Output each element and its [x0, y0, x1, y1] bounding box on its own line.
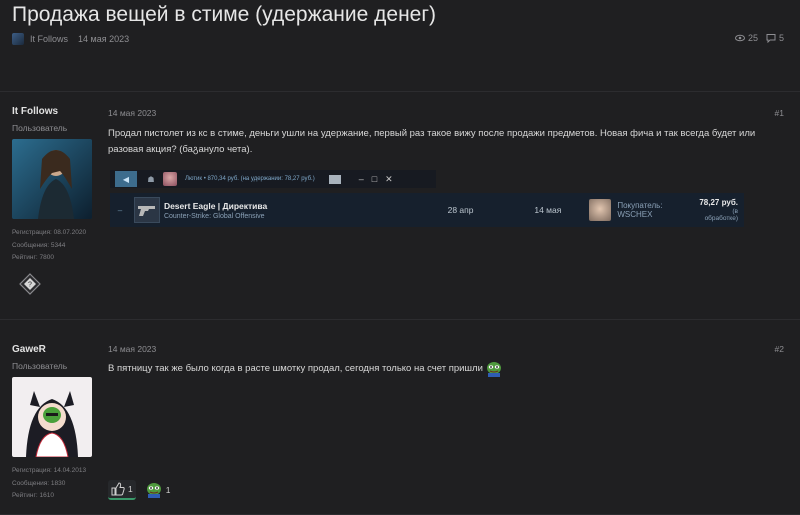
price-col: 78,27 руб. (в обработке): [697, 198, 738, 222]
buyer-info: Покупатель: WSCHEX: [617, 201, 697, 219]
row-marker-icon: –: [117, 205, 123, 215]
user-stats: Регистрация: 08.07.2020 Сообщения: 5344 …: [12, 227, 96, 265]
item-info: Desert Eagle | Директива Counter-Strike:…: [164, 201, 384, 220]
like-count: 1: [128, 484, 133, 494]
reactions-bar: 1 1: [108, 480, 173, 500]
post-date[interactable]: 14 мая 2023: [108, 108, 156, 118]
thread-title: Продажа вещей в стиме (удержание денег): [12, 3, 436, 26]
post-body: Продал пистолет из кс в стиме, деньги уш…: [108, 128, 756, 155]
post-author[interactable]: GaweR: [12, 344, 96, 355]
thread-stats: 25 5: [734, 33, 784, 43]
price-status: (в обработке): [704, 208, 738, 222]
thread-meta: It Follows 14 мая 2023: [12, 33, 129, 45]
item-game: Counter-Strike: Global Offensive: [163, 212, 265, 220]
buyer-label: Покупатель:: [617, 201, 663, 210]
user-info: It Follows Пользователь Регистрация: 08.…: [12, 106, 96, 295]
avatar[interactable]: [12, 377, 92, 457]
post-body-text: В пятницу так же было когда в расте шмот…: [108, 363, 483, 374]
sale-price: 78,27 руб.: [699, 198, 738, 207]
pepe-count: 1: [165, 485, 171, 495]
user-role: Пользователь: [12, 361, 68, 371]
post-date[interactable]: 14 мая 2023: [108, 344, 156, 354]
thread-author[interactable]: It Follows: [30, 34, 68, 44]
steam-window-controls: – □ ✕: [328, 173, 393, 185]
minimize-icon: –: [358, 174, 364, 184]
item-name: Desert Eagle | Директива: [163, 200, 268, 211]
sold-date: 14 мая: [534, 205, 562, 215]
steam-market-row: – Desert Eagle | Директива Counter-Strik…: [110, 193, 744, 227]
steam-user-balance: Лютик • 870,34 руб. (на удержании: 78,27…: [185, 176, 315, 182]
thread-date[interactable]: 14 мая 2023: [78, 34, 129, 44]
user-rating: Рейтинг: 7800: [12, 254, 54, 261]
user-messages: Сообщения: 1830: [12, 479, 66, 487]
close-icon: ✕: [385, 173, 393, 184]
user-role: Пользователь: [12, 123, 68, 133]
replies-count: 5: [778, 33, 784, 43]
post-number[interactable]: #1: [775, 108, 784, 118]
user-info: GaweR Пользователь Регистрация: 14.04.20…: [12, 344, 96, 503]
avatar[interactable]: [12, 139, 92, 219]
user-registered: Регистрация: 14.04.2013: [12, 467, 87, 474]
steam-notify-icon: ☗: [147, 174, 155, 184]
author-avatar[interactable]: [12, 33, 24, 45]
post-body: В пятницу так же было когда в расте шмот…: [108, 361, 758, 377]
listed-date: 28 апр: [447, 205, 474, 215]
eye-icon: [734, 34, 745, 42]
maximize-icon: □: [371, 174, 378, 184]
views-count: 25: [747, 33, 758, 43]
post-author[interactable]: It Follows: [12, 106, 96, 117]
steam-user-avatar: [163, 172, 177, 186]
replies-stat: 5: [766, 33, 784, 43]
steam-toolbar: ◀ ☗ Лютик • 870,34 руб. (на удержании: 7…: [110, 170, 436, 188]
reaction-pepe[interactable]: 1: [142, 480, 174, 500]
pistol-icon: [137, 206, 155, 216]
envelope-icon: [328, 174, 341, 184]
item-thumbnail: [133, 197, 160, 223]
thumbs-up-icon: [111, 482, 125, 496]
post-1: It Follows Пользователь Регистрация: 08.…: [0, 92, 800, 320]
buyer-avatar: [589, 199, 612, 221]
pepe-emoji-icon: [486, 362, 501, 377]
user-registered: Регистрация: 08.07.2020: [12, 229, 87, 236]
post-number[interactable]: #2: [775, 344, 784, 354]
user-rating: Рейтинг: 1610: [12, 492, 54, 499]
thread-header: Продажа вещей в стиме (удержание денег) …: [0, 0, 800, 92]
steam-store-icon: ◀: [115, 171, 137, 187]
user-messages: Сообщения: 5344: [12, 241, 66, 249]
post-2: GaweR Пользователь Регистрация: 14.04.20…: [0, 320, 800, 515]
reaction-like[interactable]: 1: [108, 480, 136, 500]
svg-text:?: ?: [28, 281, 32, 288]
comment-icon: [766, 34, 776, 43]
badge-icon[interactable]: ?: [19, 272, 41, 295]
pepe-icon: [146, 483, 161, 498]
views-stat: 25: [734, 33, 758, 43]
buyer-name: WSCHEX: [617, 210, 653, 219]
user-stats: Регистрация: 14.04.2013 Сообщения: 1830 …: [12, 465, 96, 503]
